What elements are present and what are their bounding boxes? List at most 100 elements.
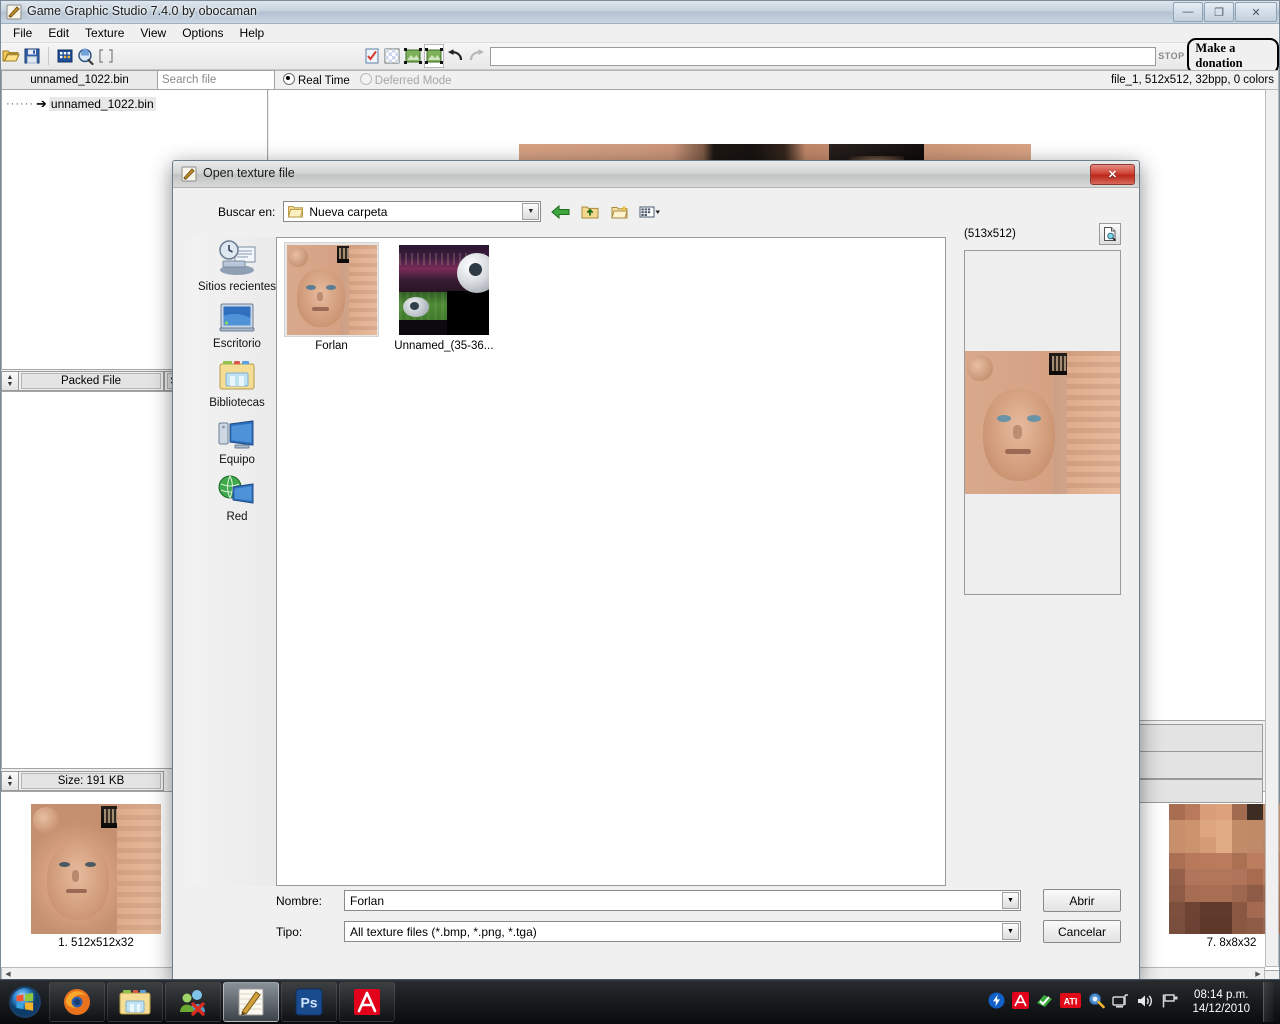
radio-deferred-mode[interactable]: Deferred Mode (359, 73, 452, 87)
green-check-icon[interactable] (1036, 992, 1053, 1012)
file-name-input[interactable]: Forlan ▼ (344, 890, 1021, 911)
place-label-0: Sitios recientes (198, 281, 276, 293)
file-item-forlan[interactable]: Forlan (279, 242, 384, 352)
packed-file-header-label: Packed File (21, 373, 161, 389)
menu-item-file[interactable]: File (5, 25, 40, 41)
thumbnail-image-7 (1169, 804, 1280, 934)
save-icon[interactable] (22, 45, 40, 67)
minimize-button[interactable]: — (1173, 2, 1203, 22)
start-button[interactable] (2, 982, 48, 1022)
make-a-donation-button[interactable]: Make a donation (1187, 38, 1279, 74)
image-active-icon[interactable] (424, 44, 445, 68)
open-folder-icon[interactable] (2, 45, 21, 67)
taskbar-item-firefox[interactable] (49, 982, 105, 1022)
scroll-right-arrow[interactable]: ▶ (1252, 970, 1264, 978)
window-title-bar: Game Graphic Studio 7.4.0 by obocaman — … (1, 1, 1279, 24)
stop-button[interactable]: STOP (1158, 51, 1184, 61)
back-arrow-icon[interactable] (549, 201, 571, 222)
menu-item-help[interactable]: Help (232, 25, 273, 41)
recent-places-icon (219, 240, 256, 275)
place-sitios-recientes[interactable]: Sitios recientes (191, 239, 283, 293)
menu-item-edit[interactable]: Edit (40, 25, 77, 41)
views-dropdown-icon[interactable] (639, 201, 661, 222)
search-input[interactable]: Search file (158, 70, 275, 90)
name-chevron-down-icon[interactable]: ▼ (1002, 892, 1019, 909)
clock-date: 14/12/2010 (1192, 1003, 1250, 1015)
file-item-unnamed[interactable]: Unnamed_(35-36... (391, 242, 496, 352)
image-select-icon[interactable] (403, 45, 422, 67)
name-label: Nombre: (276, 893, 323, 908)
search-texture-icon[interactable] (76, 45, 94, 67)
place-label-3: Equipo (219, 454, 255, 466)
place-equipo[interactable]: Equipo (191, 418, 283, 466)
look-in-combo[interactable]: Nueva carpeta ▼ (283, 201, 542, 222)
dialog-bottom-fields: Nombre: Forlan ▼ Abrir Tipo: All texture… (276, 889, 1121, 981)
checklist-icon[interactable] (363, 45, 381, 67)
network-icon[interactable] (1112, 993, 1129, 1012)
type-chevron-down-icon[interactable]: ▼ (1002, 923, 1019, 940)
preview-size-label: (513x512) (964, 228, 1016, 240)
cancel-button[interactable]: Cancelar (1043, 920, 1121, 943)
size-spinner[interactable]: ▲ ▼ (2, 772, 19, 790)
undo-icon[interactable] (446, 45, 464, 67)
place-red[interactable]: Red (191, 475, 283, 523)
volume-icon[interactable] (1136, 993, 1154, 1012)
clock-time: 08:14 p.m. (1194, 989, 1249, 1001)
menu-item-options[interactable]: Options (174, 25, 231, 41)
restore-button[interactable]: ❐ (1204, 2, 1234, 22)
taskbar-item-avira[interactable] (339, 982, 395, 1022)
show-desktop-button[interactable] (1263, 982, 1274, 1022)
settings-icon[interactable] (1088, 992, 1106, 1012)
places-bar: Sitios recientes Escritorio Bibliotecas … (191, 237, 283, 886)
chevron-down-icon[interactable]: ▼ (522, 203, 540, 220)
open-button[interactable]: Abrir (1043, 889, 1121, 912)
tree-arrow-icon: ➔ (35, 96, 47, 111)
menu-item-texture[interactable]: Texture (77, 25, 132, 41)
secondary-bar: unnamed_1022.bin Search file Real Time D… (1, 70, 1279, 90)
redo-icon (467, 45, 485, 67)
radio-real-time[interactable]: Real Time (283, 73, 350, 87)
taskbar-item-explorer[interactable] (107, 982, 163, 1022)
file-name-value: Forlan (350, 893, 385, 908)
flash-icon[interactable] (988, 992, 1005, 1012)
close-button[interactable]: ✕ (1235, 2, 1277, 22)
preview-image-area[interactable] (964, 250, 1121, 595)
avira-tray-icon[interactable] (1012, 992, 1030, 1012)
taskbar-item-photoshop[interactable]: Ps (281, 982, 337, 1022)
file-list[interactable]: Forlan Unnamed_(35-36... (276, 237, 946, 886)
name-row: Nombre: Forlan ▼ Abrir (276, 889, 1121, 912)
radio-deferred-label: Deferred Mode (374, 75, 452, 87)
clock[interactable]: 08:14 p.m. 14/12/2010 (1186, 988, 1256, 1016)
packed-file-spinner[interactable]: ▲ ▼ (2, 372, 19, 390)
thumbnail-item-7[interactable]: 7. 8x8x32 (1169, 804, 1280, 949)
type-row: Tipo: All texture files (*.bmp, *.png, *… (276, 920, 1121, 943)
file-tab[interactable]: unnamed_1022.bin (1, 70, 158, 90)
place-label-1: Escritorio (213, 338, 261, 350)
thumbnail-item-1[interactable]: 1. 512x512x32 (31, 804, 161, 949)
transparency-grid-icon[interactable] (383, 45, 401, 67)
menu-item-view[interactable]: View (132, 25, 174, 41)
window-title: Game Graphic Studio 7.4.0 by obocaman (27, 4, 257, 18)
up-folder-icon[interactable] (579, 201, 601, 222)
place-bibliotecas[interactable]: Bibliotecas (191, 359, 283, 409)
main-toolbar: STOP Make a donation (1, 38, 1279, 74)
file-type-select[interactable]: All texture files (*.bmp, *.png, *.tga) … (344, 921, 1021, 942)
taskbar-item-messenger[interactable] (165, 982, 221, 1022)
taskbar-item-game-graphic-studio[interactable] (223, 982, 279, 1022)
vertical-scrollbar[interactable] (1265, 89, 1279, 967)
tree-item-unnamed-bin[interactable]: ······ ➔ unnamed_1022.bin (6, 96, 267, 112)
radio-real-time-label: Real Time (298, 75, 350, 87)
preview-zoom-icon[interactable] (1099, 223, 1121, 245)
path-input[interactable] (490, 46, 1156, 66)
palette-icon[interactable] (56, 45, 74, 67)
tree-item-label: unnamed_1022.bin (48, 97, 156, 111)
dialog-close-button[interactable]: ✕ (1090, 164, 1135, 185)
new-folder-icon[interactable] (609, 201, 631, 222)
place-escritorio[interactable]: Escritorio (191, 302, 283, 350)
packed-file-header: ▲ ▼ Packed File (1, 371, 164, 391)
ati-icon[interactable]: ATI (1060, 993, 1082, 1011)
radio-deferred-dot (359, 73, 372, 85)
photoshop-icon: Ps (295, 988, 323, 1016)
scroll-left-arrow[interactable]: ◀ (2, 970, 14, 978)
flag-action-center-icon[interactable] (1161, 993, 1179, 1012)
